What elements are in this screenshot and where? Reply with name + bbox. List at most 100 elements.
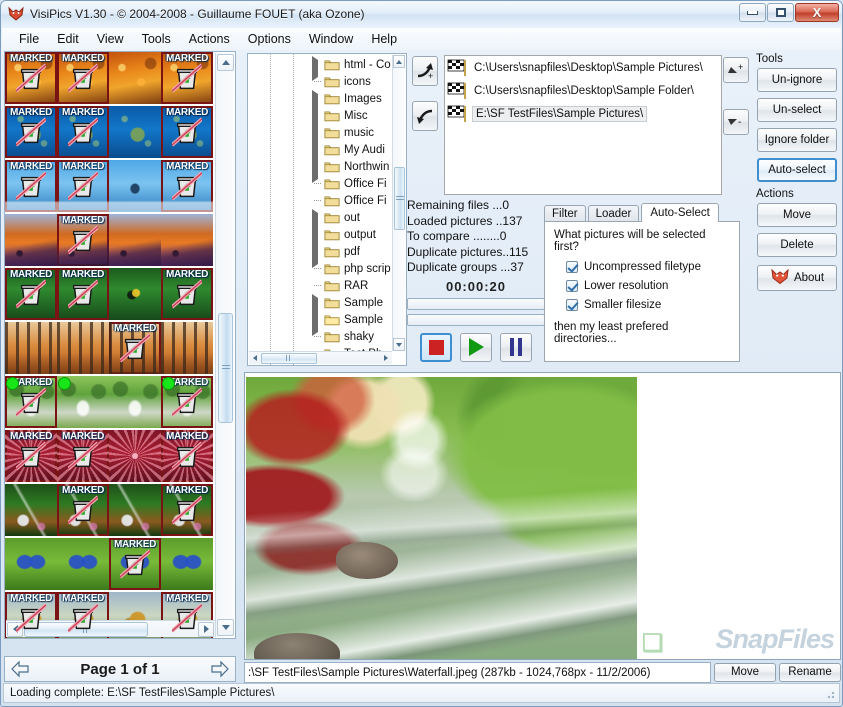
thumbnail-cell[interactable]: MARKED [57, 214, 109, 266]
play-button[interactable] [460, 333, 492, 362]
folder-tree-item[interactable]: out [248, 209, 392, 226]
thumbnail-cell[interactable]: MARKED [161, 484, 213, 536]
thumbnail-cell[interactable]: MARKED [5, 160, 57, 212]
thumbnail-cell[interactable]: MARKED [57, 106, 109, 158]
thumbnail-vertical-scrollbar[interactable] [215, 53, 234, 637]
menu-item-window[interactable]: Window [300, 30, 362, 48]
folder-tree-item[interactable]: Images [248, 90, 392, 107]
thumbnail-cell[interactable]: MARKED [5, 376, 57, 428]
tree-scroll-right-icon[interactable] [380, 353, 392, 364]
move-up-icon[interactable]: + [723, 57, 749, 83]
menu-item-file[interactable]: File [10, 30, 48, 48]
folder-tree-item[interactable]: Sample [248, 311, 392, 328]
thumbnail-cell[interactable]: MARKED [161, 106, 213, 158]
thumbnail-cell[interactable]: MARKED [109, 538, 161, 590]
thumbnail-cell[interactable] [57, 322, 109, 374]
thumbnail-panel[interactable]: MARKEDMARKEDMARKEDMARKEDMARKEDMARKEDMARK… [4, 51, 236, 639]
tree-scroll-left-icon[interactable] [249, 353, 261, 364]
expand-arrow-icon[interactable] [312, 247, 321, 256]
menu-item-actions[interactable]: Actions [180, 30, 239, 48]
thumbnail-cell[interactable] [109, 484, 161, 536]
folder-tree-panel[interactable]: html - CoiconsImagesMiscmusicMy AudiNort… [247, 53, 407, 366]
thumbnail-cell[interactable] [109, 52, 161, 104]
move-path-down-button[interactable]: - [723, 109, 749, 135]
path-list-item[interactable]: E:\SF TestFiles\Sample Pictures\ [445, 102, 721, 125]
thumbnail-cell[interactable]: MARKED [161, 52, 213, 104]
folder-tree-item[interactable]: icons [248, 73, 392, 90]
folder-tree-item[interactable]: php scrip [248, 260, 392, 277]
folder-tree-item[interactable]: shaky [248, 328, 392, 345]
thumbnail-cell[interactable] [57, 538, 109, 590]
thumbnail-cell[interactable]: MARKED [161, 376, 213, 428]
tool-button-ignore-folder[interactable]: Ignore folder [757, 128, 837, 152]
tree-scroll-down-icon[interactable] [393, 338, 405, 351]
tab-auto-select[interactable]: Auto-Select [641, 203, 718, 222]
thumbnail-cell[interactable] [109, 430, 161, 482]
thumbnail-cell[interactable] [57, 376, 109, 428]
tree-scrollbar-thumb[interactable] [394, 167, 405, 230]
thumbnail-cell[interactable]: MARKED [5, 268, 57, 320]
folder-tree-item[interactable]: html - Co [248, 56, 392, 73]
folder-tree-item[interactable]: Sample [248, 294, 392, 311]
expand-arrow-icon[interactable] [312, 315, 321, 324]
folder-tree-item[interactable]: Misc [248, 107, 392, 124]
folder-tree-item[interactable]: pdf [248, 243, 392, 260]
thumbnail-cell[interactable] [161, 538, 213, 590]
move-path-up-button[interactable]: + [723, 57, 749, 83]
thumbnail-cell[interactable] [5, 214, 57, 266]
maximize-button[interactable] [767, 3, 794, 22]
thumbnail-cell[interactable]: MARKED [57, 430, 109, 482]
close-button[interactable]: X [795, 3, 839, 22]
scroll-down-icon[interactable] [217, 619, 234, 636]
thumbnail-cell[interactable] [161, 322, 213, 374]
folder-tree-item[interactable]: RAR [248, 277, 392, 294]
thumbnail-cell[interactable] [5, 322, 57, 374]
thumbnail-cell[interactable] [5, 484, 57, 536]
thumbnail-cell[interactable] [109, 268, 161, 320]
selected-folders-list[interactable]: C:\Users\snapfiles\Desktop\Sample Pictur… [444, 55, 722, 195]
menu-item-tools[interactable]: Tools [133, 30, 180, 48]
filename-field[interactable]: :\SF TestFiles\Sample Pictures\Waterfall… [244, 662, 711, 683]
tab-filter[interactable]: Filter [544, 205, 586, 222]
expand-arrow-icon[interactable] [312, 298, 321, 307]
thumbnail-cell[interactable] [109, 376, 161, 428]
expand-arrow-icon[interactable] [312, 145, 321, 154]
tool-button-un-ignore[interactable]: Un-ignore [757, 68, 837, 92]
expand-arrow-icon[interactable] [312, 162, 321, 171]
tab-loader[interactable]: Loader [588, 205, 640, 222]
tool-button-un-select[interactable]: Un-select [757, 98, 837, 122]
folder-tree-item[interactable]: Northwin [248, 158, 392, 175]
about-button[interactable]: About [757, 265, 837, 291]
thumbnail-cell[interactable]: MARKED [161, 268, 213, 320]
pause-button[interactable] [500, 333, 532, 362]
action-button-move[interactable]: Move [757, 203, 837, 227]
thumbnail-cell[interactable] [5, 538, 57, 590]
expand-arrow-icon[interactable] [312, 111, 321, 120]
menu-item-edit[interactable]: Edit [48, 30, 88, 48]
folder-tree-item[interactable]: Office Fi [248, 175, 392, 192]
arrow-add-icon[interactable]: + [412, 56, 438, 86]
thumbnail-cell[interactable]: MARKED [5, 106, 57, 158]
tool-button-auto-select[interactable]: Auto-select [757, 158, 837, 182]
preview-panel[interactable]: ❏ SnapFiles [244, 372, 841, 660]
expand-arrow-icon[interactable] [312, 128, 321, 137]
thumbnail-cell[interactable]: MARKED [57, 484, 109, 536]
checkbox-icon[interactable] [566, 299, 578, 311]
tree-vertical-scrollbar[interactable] [392, 55, 405, 351]
path-list-item[interactable]: C:\Users\snapfiles\Desktop\Sample Pictur… [445, 56, 721, 79]
resize-grip-icon[interactable] [824, 688, 836, 700]
scroll-up-icon[interactable] [217, 54, 234, 71]
minimize-button[interactable] [739, 3, 766, 22]
thumbnail-cell[interactable]: MARKED [109, 322, 161, 374]
thumbnail-cell[interactable]: MARKED [57, 268, 109, 320]
rename-file-button[interactable]: Rename [779, 663, 841, 682]
menu-item-options[interactable]: Options [239, 30, 300, 48]
folder-tree-item[interactable]: Office Fi [248, 192, 392, 209]
thumbnail-cell[interactable]: MARKED [57, 52, 109, 104]
auto-select-option[interactable]: Lower resolution [566, 280, 730, 292]
move-down-icon[interactable]: - [723, 109, 749, 135]
tree-hscrollbar-thumb[interactable] [261, 353, 317, 364]
thumbnail-cell[interactable] [109, 160, 161, 212]
menu-item-help[interactable]: Help [362, 30, 406, 48]
expand-arrow-icon[interactable] [312, 94, 321, 103]
